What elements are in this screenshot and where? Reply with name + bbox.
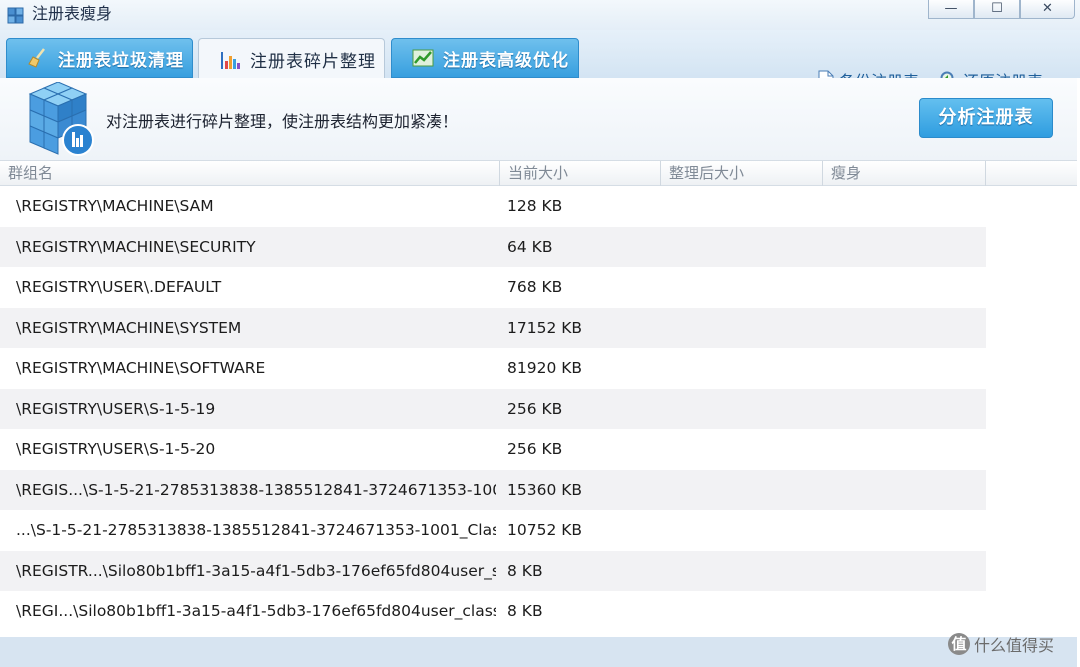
column-header-current-size[interactable]: 当前大小 [500,161,661,186]
hive-current-size: 256 KB [507,440,563,458]
main-content: 对注册表进行碎片整理，使注册表结构更加紧凑！ 分析注册表 群组名 当前大小 整理… [0,78,1078,667]
column-header-slimmed[interactable]: 瘦身 [823,161,986,186]
hive-name: \REGISTRY\MACHINE\SAM [16,197,214,215]
hive-name: \REGISTRY\MACHINE\SOFTWARE [16,359,266,377]
tab-registry-defrag[interactable]: 注册表碎片整理 [198,38,385,80]
registry-cube-icon [28,82,94,156]
hive-name: \REGISTRY\MACHINE\SYSTEM [16,318,242,337]
table-body: \REGISTRY\MACHINE\SAM 128 KB \REGISTRY\M… [0,186,986,632]
hive-current-size: 8 KB [507,561,543,580]
table-row[interactable]: \REGISTRY\MACHINE\SOFTWARE 81920 KB [0,348,986,389]
tab-label: 注册表垃圾清理 [58,50,184,71]
close-button[interactable]: ✕ [1020,0,1075,19]
analyze-registry-button[interactable]: 分析注册表 [919,98,1053,138]
status-bar [0,637,1077,667]
hive-current-size: 81920 KB [507,359,583,377]
title-bar[interactable]: 注册表瘦身 — ☐ ✕ [0,0,1080,30]
defrag-header: 对注册表进行碎片整理，使注册表结构更加紧凑！ 分析注册表 [0,78,1077,160]
registry-cube-icon [7,7,24,24]
tab-label: 注册表碎片整理 [250,52,376,72]
window-title: 注册表瘦身 [32,4,113,23]
table-row[interactable]: \REGISTR...\Silo80b1bff1-3a15-a4f1-5db3-… [0,550,986,591]
hive-name: \REGISTRY\MACHINE\SECURITY [16,237,256,256]
hive-current-size: 8 KB [507,602,543,620]
watermark-badge: 值 [948,633,970,655]
bar-chart-icon [221,51,240,69]
hive-current-size: 256 KB [507,399,563,418]
table-row[interactable]: \REGI...\Silo80b1bff1-3a15-a4f1-5db3-176… [0,591,986,632]
broom-icon [28,48,45,68]
table-row[interactable]: \REGISTRY\MACHINE\SECURITY 64 KB [0,226,986,267]
hive-current-size: 128 KB [507,197,563,215]
table-row[interactable]: ...\S-1-5-21-2785313838-1385512841-37246… [0,510,986,551]
table-row[interactable]: \REGISTRY\USER\S-1-5-20 256 KB [0,429,986,470]
hive-current-size: 768 KB [507,278,563,296]
hive-table: 群组名 当前大小 整理后大小 瘦身 \REGISTRY\MACHINE\SAM … [0,160,1077,667]
hive-name: \REGISTR...\Silo80b1bff1-3a15-a4f1-5db3-… [16,561,496,580]
hive-name: ...\S-1-5-21-2785313838-1385512841-37246… [16,521,496,539]
defrag-description: 对注册表进行碎片整理，使注册表结构更加紧凑！ [106,112,459,131]
hive-name: \REGI...\Silo80b1bff1-3a15-a4f1-5db3-176… [16,602,496,620]
hive-name: \REGISTRY\USER\.DEFAULT [16,278,222,296]
table-header: 群组名 当前大小 整理后大小 瘦身 [0,160,1077,186]
registry-slimming-window: 注册表瘦身 — ☐ ✕ 注册表垃圾清理 注册表碎片整理 注册表高级优化 对注册表… [0,0,1080,667]
tab-registry-optimize[interactable]: 注册表高级优化 [391,38,579,78]
tab-label: 注册表高级优化 [443,50,569,71]
table-row[interactable]: \REGISTRY\MACHINE\SAM 128 KB [0,186,986,227]
minimize-button[interactable]: — [928,0,974,19]
table-row[interactable]: \REGISTRY\USER\.DEFAULT 768 KB [0,267,986,308]
tab-strip: 注册表垃圾清理 注册表碎片整理 注册表高级优化 [0,30,1080,91]
hive-current-size: 15360 KB [507,480,583,499]
watermark-text: 什么值得买 [974,636,1055,655]
column-header-group-name[interactable]: 群组名 [0,161,500,186]
tab-registry-cleanup[interactable]: 注册表垃圾清理 [6,38,193,78]
column-header-size-after[interactable]: 整理后大小 [661,161,823,186]
hive-name: \REGISTRY\USER\S-1-5-20 [16,440,216,458]
trend-chart-icon [412,49,434,67]
table-row[interactable]: \REGISTRY\USER\S-1-5-19 256 KB [0,388,986,429]
table-row[interactable]: \REGIS...\S-1-5-21-2785313838-1385512841… [0,469,986,510]
maximize-button[interactable]: ☐ [974,0,1020,19]
hive-current-size: 17152 KB [507,318,583,337]
table-row[interactable]: \REGISTRY\MACHINE\SYSTEM 17152 KB [0,307,986,348]
site-watermark: 值 什么值得买 [948,632,1054,656]
hive-current-size: 10752 KB [507,521,583,539]
hive-name: \REGIS...\S-1-5-21-2785313838-1385512841… [16,480,496,499]
hive-name: \REGISTRY\USER\S-1-5-19 [16,399,216,418]
hive-current-size: 64 KB [507,237,553,256]
